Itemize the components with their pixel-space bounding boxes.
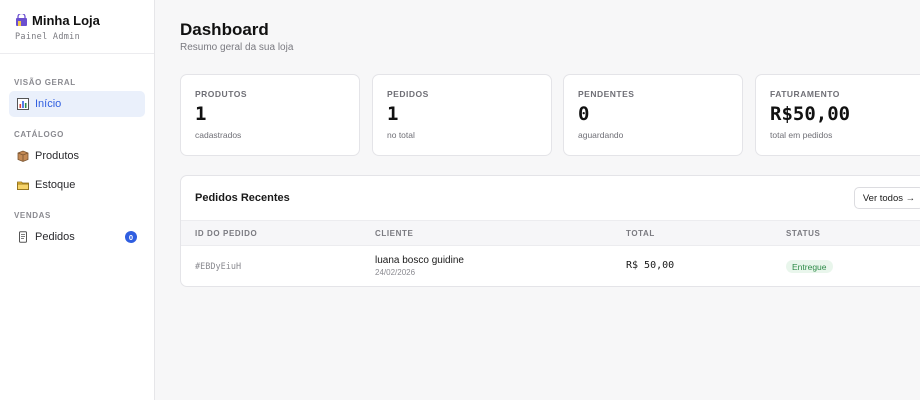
stat-label: PENDENTES [578, 89, 635, 99]
sidebar-item-label: Início [35, 98, 62, 110]
column-header-order-id[interactable]: ID DO PEDIDO [195, 229, 257, 238]
stat-card-pendentes: PENDENTES 0 aguardando [563, 74, 743, 156]
pedidos-count-badge: 0 [125, 231, 137, 243]
sidebar-item-label: Estoque [35, 179, 76, 191]
order-date: 24/02/2026 [375, 268, 416, 277]
stat-card-produtos: PRODUTOS 1 cadastrados [180, 74, 360, 156]
package-icon [17, 150, 29, 162]
column-header-status[interactable]: STATUS [786, 229, 820, 238]
bar-chart-icon [17, 98, 29, 110]
recent-orders-title: Pedidos Recentes [195, 192, 290, 204]
column-header-client[interactable]: CLIENTE [375, 229, 413, 238]
folder-icon [17, 179, 29, 191]
recent-orders-panel: Pedidos Recentes Ver todos → ID DO PEDID… [180, 175, 920, 287]
brand: Minha Loja Painel Admin [0, 0, 154, 54]
brand-subtitle: Painel Admin [15, 32, 81, 42]
stat-value: R$50,00 [770, 103, 851, 125]
scroll-icon [17, 231, 29, 243]
sidebar-item-pedidos[interactable]: Pedidos 0 [9, 224, 145, 250]
stat-label: PEDIDOS [387, 89, 429, 99]
page-title: Dashboard [180, 20, 269, 39]
section-label-catalog: CATÁLOGO [14, 130, 64, 139]
stat-value: 1 [195, 103, 207, 125]
stat-caption: aguardando [578, 130, 624, 140]
stat-caption: cadastrados [195, 130, 242, 140]
sidebar: Minha Loja Painel Admin VISÃO GERAL Iníc… [0, 0, 155, 400]
section-label-overview: VISÃO GERAL [14, 78, 76, 87]
sidebar-item-estoque[interactable]: Estoque [9, 172, 145, 198]
stat-card-pedidos: PEDIDOS 1 no total [372, 74, 552, 156]
order-id[interactable]: #EBDyEiuH [195, 262, 241, 272]
sidebar-item-produtos[interactable]: Produtos [9, 143, 145, 169]
status-badge: Entregue [786, 260, 833, 273]
view-all-orders-button[interactable]: Ver todos → [854, 187, 920, 209]
stat-caption: no total [387, 130, 415, 140]
sidebar-item-label: Pedidos [35, 231, 75, 243]
column-header-total[interactable]: TOTAL [626, 229, 655, 238]
sidebar-item-label: Produtos [35, 150, 80, 162]
sidebar-item-inicio[interactable]: Início [9, 91, 145, 117]
stat-label: PRODUTOS [195, 89, 248, 99]
store-icon [15, 12, 28, 27]
page-subtitle: Resumo geral da sua loja [180, 42, 294, 53]
table-header: ID DO PEDIDO CLIENTE TOTAL STATUS [181, 220, 920, 246]
stat-caption: total em pedidos [770, 130, 833, 140]
order-client-name: luana bosco guidine [375, 255, 464, 266]
stat-label: FATURAMENTO [770, 89, 840, 99]
order-total: R$ 50,00 [626, 260, 675, 271]
stat-value: 1 [387, 103, 399, 125]
stat-value: 0 [578, 103, 590, 125]
section-label-sales: VENDAS [14, 211, 51, 220]
stat-card-faturamento: FATURAMENTO R$50,00 total em pedidos [755, 74, 920, 156]
brand-title: Minha Loja [32, 13, 100, 28]
